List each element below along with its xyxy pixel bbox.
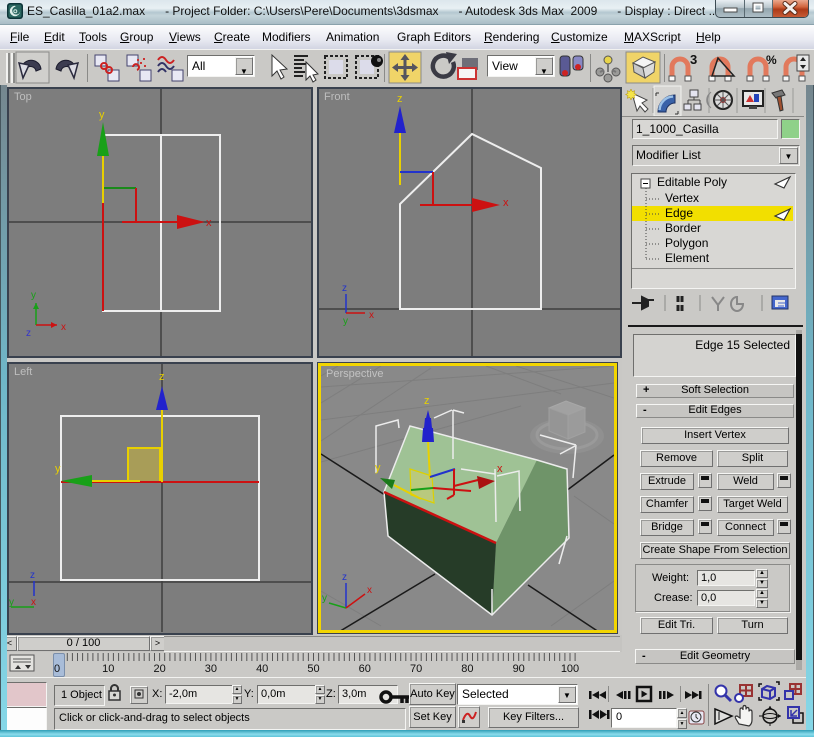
svg-text:20: 20 [153, 663, 165, 675]
svg-text:y: y [31, 290, 36, 301]
svg-text:10: 10 [102, 663, 114, 675]
svg-text:y: y [99, 109, 105, 121]
svg-text:x: x [206, 217, 212, 229]
svg-text:z: z [342, 283, 347, 294]
svg-text:60: 60 [359, 663, 371, 675]
svg-text:y: y [375, 462, 381, 474]
svg-text:%: % [766, 53, 777, 67]
svg-text:x: x [367, 585, 372, 596]
svg-text:100: 100 [561, 663, 579, 675]
svg-text:z: z [26, 328, 31, 339]
svg-text:80: 80 [461, 663, 473, 675]
svg-text:z: z [30, 570, 35, 581]
svg-text:z: z [397, 93, 403, 105]
svg-text:z: z [159, 371, 165, 383]
svg-text:70: 70 [410, 663, 422, 675]
svg-text:x: x [503, 197, 509, 209]
svg-text:40: 40 [256, 663, 268, 675]
svg-text:x: x [497, 463, 503, 475]
svg-text:x: x [369, 310, 374, 321]
svg-text:y: y [322, 593, 327, 604]
svg-text:3: 3 [690, 52, 697, 67]
svg-text:50: 50 [307, 663, 319, 675]
svg-text:y: y [9, 597, 14, 608]
svg-text:x: x [61, 322, 66, 333]
svg-text:x: x [31, 597, 36, 608]
svg-text:z: z [342, 572, 347, 583]
svg-text:z: z [424, 395, 430, 407]
svg-text:30: 30 [205, 663, 217, 675]
svg-text:90: 90 [513, 663, 525, 675]
svg-text:y: y [55, 463, 61, 475]
svg-text:y: y [343, 316, 348, 327]
svg-text:0: 0 [54, 663, 60, 675]
